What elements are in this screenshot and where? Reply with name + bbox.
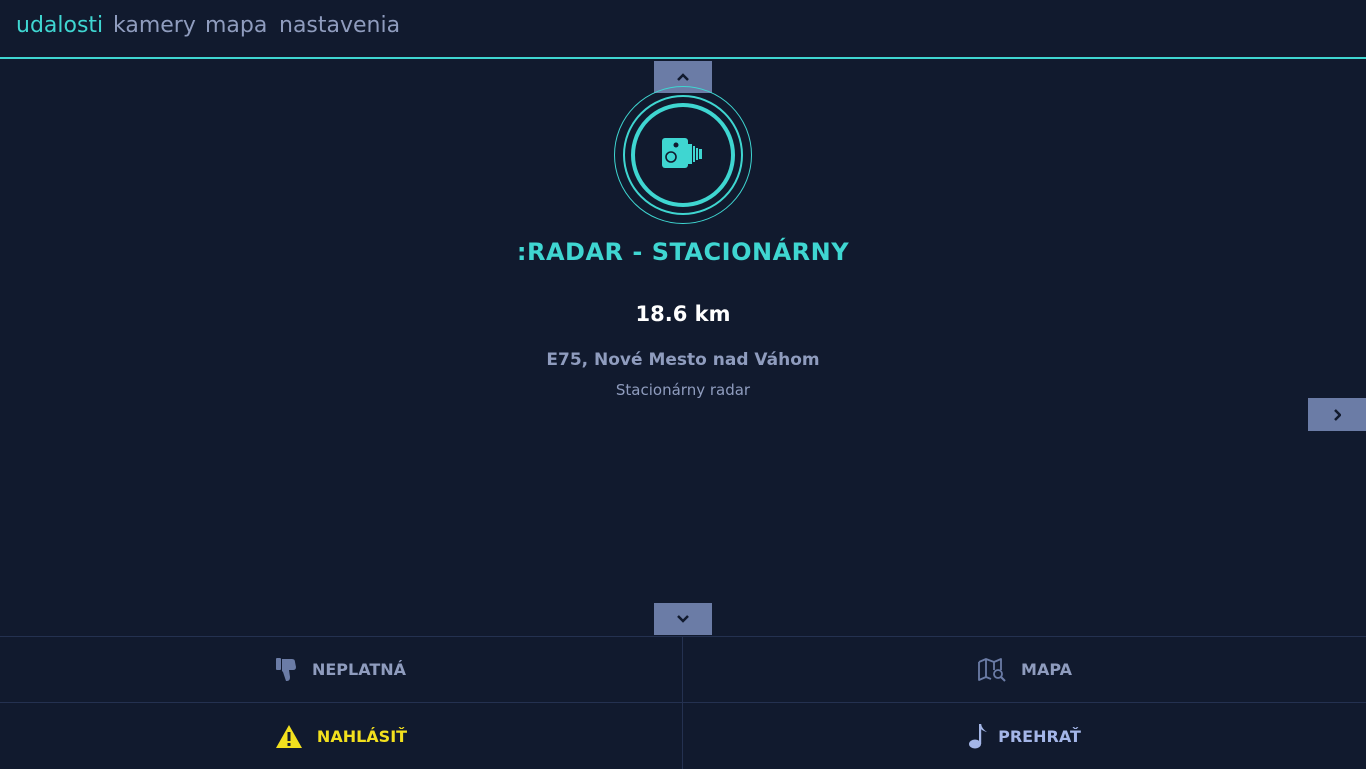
event-location: E75, Nové Mesto nad Váhom bbox=[546, 350, 820, 370]
event-title: :RADAR - STACIONÁRNY bbox=[516, 238, 850, 266]
map-search-icon bbox=[977, 657, 1007, 682]
warning-icon bbox=[275, 724, 303, 749]
event-description: Stacionárny radar bbox=[615, 381, 751, 399]
tab-udalosti[interactable]: udalosti bbox=[16, 13, 103, 38]
thumbs-down-icon bbox=[275, 657, 298, 683]
tab-nastavenia[interactable]: nastavenia bbox=[279, 13, 400, 38]
map-button-label: MAPA bbox=[1021, 660, 1072, 679]
tab-mapa[interactable]: mapa bbox=[205, 13, 267, 38]
chevron-right-icon bbox=[1334, 408, 1341, 421]
music-note-icon bbox=[968, 723, 988, 749]
event-distance: 18.6 km bbox=[635, 302, 731, 326]
invalid-button[interactable]: NEPLATNÁ bbox=[0, 637, 683, 703]
tab-kamery[interactable]: kamery bbox=[113, 13, 196, 38]
report-button[interactable]: NAHLÁSIŤ bbox=[0, 703, 683, 769]
action-bar: NEPLATNÁ MAPA NAHLÁSIŤ PREHRAŤ bbox=[0, 636, 1366, 769]
chevron-up-icon bbox=[677, 73, 689, 81]
report-button-label: NAHLÁSIŤ bbox=[316, 726, 408, 746]
play-button-label: PREHRAŤ bbox=[998, 726, 1081, 746]
map-button[interactable]: MAPA bbox=[683, 637, 1366, 703]
chevron-down-icon bbox=[677, 615, 689, 623]
next-event-button[interactable] bbox=[1308, 398, 1366, 431]
speed-camera-icon bbox=[662, 138, 702, 168]
top-navigation: udalosti kamery mapa nastavenia bbox=[0, 0, 1366, 59]
invalid-button-label: NEPLATNÁ bbox=[311, 660, 407, 679]
scroll-down-button[interactable] bbox=[654, 603, 712, 635]
play-button[interactable]: PREHRAŤ bbox=[683, 703, 1366, 769]
